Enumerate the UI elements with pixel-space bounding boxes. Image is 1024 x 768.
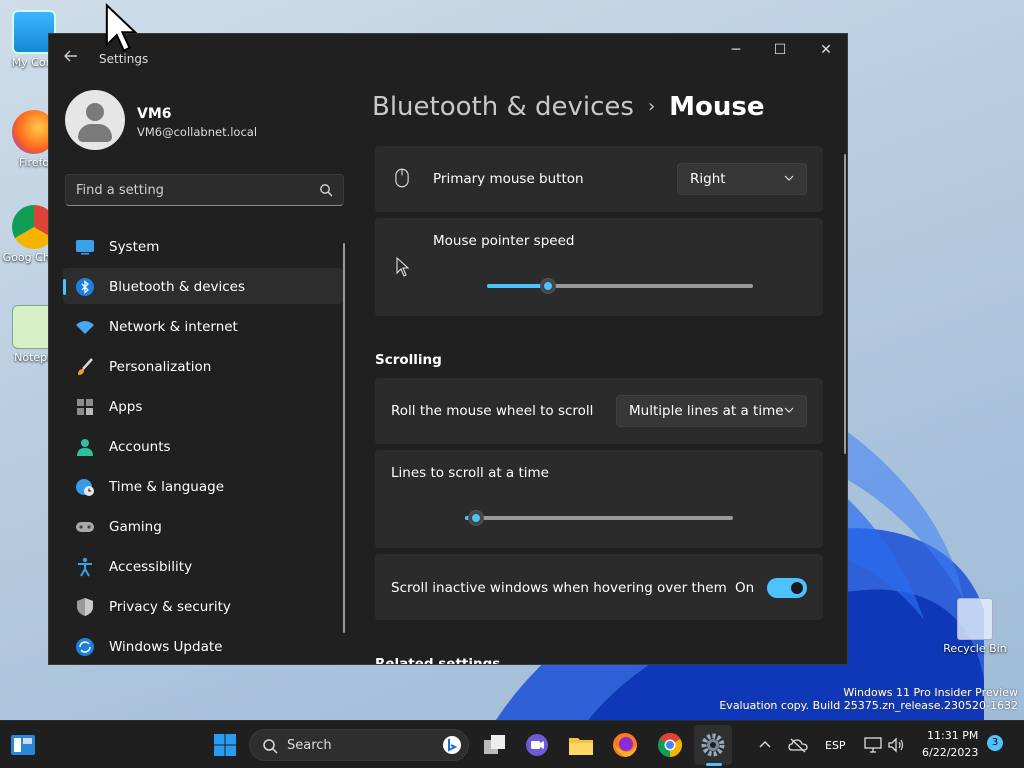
monitor-icon: [76, 240, 94, 255]
sidebar-item-time-language[interactable]: Time & language: [63, 468, 343, 504]
minimize-button[interactable]: ─: [713, 38, 759, 62]
roll-wheel-card: Roll the mouse wheel to scroll Multiple …: [375, 378, 823, 444]
sidebar-item-windows-update[interactable]: Windows Update: [63, 628, 343, 664]
search-icon: [320, 184, 333, 197]
volume-icon[interactable]: [887, 737, 905, 753]
pointer-speed-card: Mouse pointer speed: [375, 218, 823, 316]
app-title: Settings: [99, 52, 149, 66]
chrome-icon[interactable]: [655, 730, 685, 760]
sidebar-item-network[interactable]: Network & internet: [63, 308, 343, 344]
page-title: Mouse: [669, 92, 765, 122]
scroll-inactive-card: Scroll inactive windows when hovering ov…: [375, 554, 823, 620]
bing-icon: [443, 736, 461, 754]
sidebar-item-accessibility[interactable]: Accessibility: [63, 548, 343, 584]
accessibility-icon: [78, 557, 92, 577]
clock-date[interactable]: 6/22/2023: [922, 746, 978, 759]
update-icon: [76, 638, 94, 656]
breadcrumb-separator: ›: [647, 96, 656, 117]
primary-mouse-button-label: Primary mouse button: [433, 171, 584, 187]
maximize-button[interactable]: ☐: [757, 38, 803, 62]
sidebar-nav: System Bluetooth & devices Network & int…: [63, 228, 343, 664]
recycle-bin-icon: [957, 598, 993, 640]
pointer-speed-fill: [487, 284, 549, 288]
brush-icon: [78, 358, 93, 375]
task-view-icon[interactable]: [480, 730, 510, 760]
breadcrumb-parent[interactable]: Bluetooth & devices: [372, 92, 634, 122]
primary-mouse-button-card: Primary mouse button Right: [375, 146, 823, 212]
sidebar-item-bluetooth[interactable]: Bluetooth & devices: [63, 268, 343, 304]
widgets-icon[interactable]: [8, 730, 38, 760]
teams-chat-icon[interactable]: [522, 730, 552, 760]
network-icon[interactable]: [864, 737, 882, 753]
chevron-up-icon[interactable]: [759, 739, 771, 751]
shield-icon: [77, 598, 93, 616]
lines-to-scroll-card: Lines to scroll at a time: [375, 450, 823, 548]
close-button[interactable]: ✕: [803, 38, 847, 62]
pointer-speed-label: Mouse pointer speed: [433, 233, 575, 249]
breadcrumb: Bluetooth & devices › Mouse: [372, 92, 765, 122]
wifi-icon: [76, 321, 94, 334]
avatar[interactable]: [65, 90, 125, 150]
search-icon: [263, 739, 278, 754]
sidebar-item-accounts[interactable]: Accounts: [63, 428, 343, 464]
back-arrow-icon[interactable]: [61, 46, 81, 66]
settings-window: Settings ─ ☐ ✕ VM6 VM6@collabnet.local F…: [48, 33, 848, 665]
lines-to-scroll-thumb[interactable]: [467, 510, 484, 526]
sidebar-item-system[interactable]: System: [63, 228, 343, 264]
search-input[interactable]: Find a setting: [65, 174, 344, 206]
mouse-cursor-icon: [105, 3, 138, 53]
user-email: VM6@collabnet.local: [137, 125, 258, 139]
mouse-icon: [395, 168, 409, 188]
gamepad-icon: [76, 522, 94, 532]
scroll-inactive-toggle[interactable]: [767, 578, 807, 598]
scroll-inactive-state: On: [735, 580, 755, 596]
search-placeholder: Find a setting: [76, 183, 164, 198]
bluetooth-icon: [76, 278, 94, 296]
user-name: VM6: [137, 106, 172, 122]
lines-to-scroll-slider[interactable]: [465, 510, 733, 526]
globe-clock-icon: [76, 479, 94, 496]
onedrive-offline-icon[interactable]: [788, 737, 808, 753]
sidebar-scrollbar[interactable]: [343, 243, 345, 633]
roll-wheel-label: Roll the mouse wheel to scroll: [391, 403, 594, 419]
taskbar-search[interactable]: Search: [249, 729, 469, 761]
firefox-icon[interactable]: [610, 730, 640, 760]
clock-time[interactable]: 11:31 PM: [927, 729, 978, 742]
roll-wheel-dropdown[interactable]: Multiple lines at a time: [616, 395, 807, 427]
chevron-down-icon: [784, 407, 794, 413]
title-bar: Settings ─ ☐ ✕: [49, 34, 847, 66]
scroll-inactive-label: Scroll inactive windows when hovering ov…: [391, 580, 727, 596]
settings-gear-icon[interactable]: [698, 730, 728, 760]
chevron-down-icon: [784, 175, 794, 181]
sidebar-item-gaming[interactable]: Gaming: [63, 508, 343, 544]
settings-active-indicator: [706, 763, 722, 766]
sidebar-item-apps[interactable]: Apps: [63, 388, 343, 424]
sidebar-item-privacy[interactable]: Privacy & security: [63, 588, 343, 624]
person-icon: [77, 439, 93, 456]
related-settings-header: Related settings: [375, 656, 501, 665]
start-icon[interactable]: [210, 730, 240, 760]
notification-badge[interactable]: 3: [987, 735, 1003, 751]
pointer-speed-thumb[interactable]: [540, 278, 557, 294]
taskbar: Search ESP 11:31 PM 6/22/2023: [0, 720, 1024, 768]
windows-watermark: Windows 11 Pro Insider Preview Evaluatio…: [719, 686, 1018, 712]
content-scrollbar[interactable]: [844, 154, 846, 454]
primary-mouse-button-dropdown[interactable]: Right: [677, 163, 807, 195]
language-indicator[interactable]: ESP: [825, 739, 846, 752]
sidebar-item-personalization[interactable]: Personalization: [63, 348, 343, 384]
pointer-icon: [396, 257, 410, 277]
file-explorer-icon[interactable]: [566, 730, 596, 760]
desktop-icon-recycle-bin[interactable]: Recycle Bin: [942, 598, 1008, 655]
apps-icon: [77, 399, 93, 415]
scrolling-header: Scrolling: [375, 352, 442, 368]
pointer-speed-slider[interactable]: [487, 278, 753, 294]
lines-to-scroll-label: Lines to scroll at a time: [391, 465, 549, 481]
